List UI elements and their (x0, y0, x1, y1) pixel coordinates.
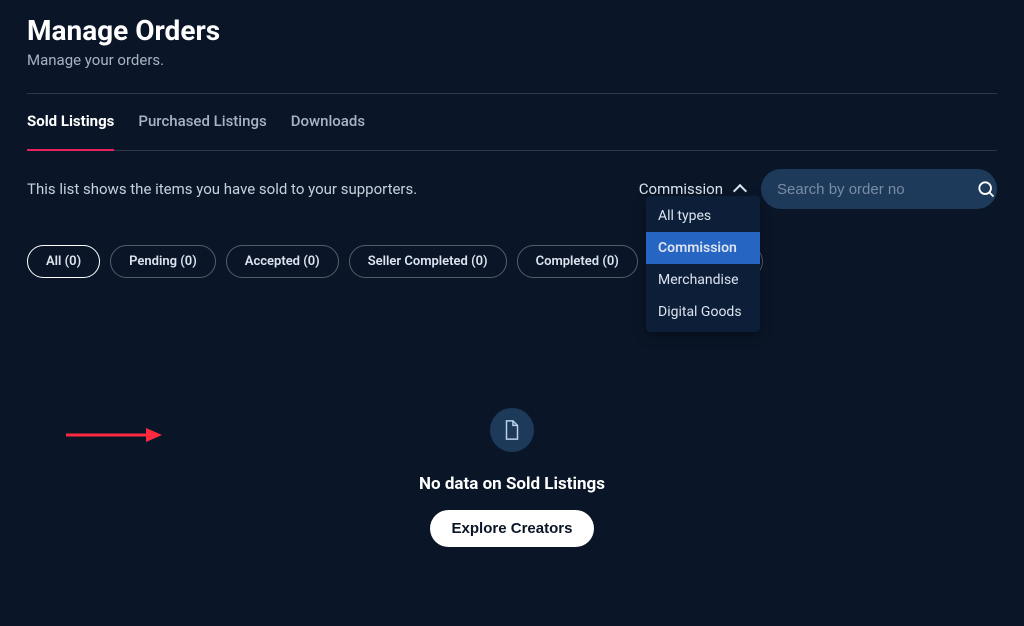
empty-state-title: No data on Sold Listings (419, 474, 605, 494)
dropdown-item-all-types[interactable]: All types (646, 200, 760, 232)
search-input[interactable] (777, 181, 976, 198)
tab-downloads[interactable]: Downloads (291, 94, 365, 150)
explore-creators-button[interactable]: Explore Creators (430, 510, 595, 547)
chip-accepted[interactable]: Accepted (0) (226, 245, 339, 278)
page-title: Manage Orders (27, 14, 997, 47)
dropdown-item-digital-goods[interactable]: Digital Goods (646, 296, 760, 328)
dropdown-item-merchandise[interactable]: Merchandise (646, 264, 760, 296)
chip-seller-completed[interactable]: Seller Completed (0) (349, 245, 507, 278)
list-description: This list shows the items you have sold … (27, 180, 417, 198)
tab-sold-listings[interactable]: Sold Listings (27, 94, 114, 150)
page-subtitle: Manage your orders. (27, 51, 997, 69)
type-filter-menu: All types Commission Merchandise Digital… (646, 196, 760, 332)
search-icon[interactable] (976, 179, 996, 199)
chip-completed[interactable]: Completed (0) (517, 245, 638, 278)
search-field[interactable] (761, 169, 997, 209)
status-filter-chips: All (0) Pending (0) Accepted (0) Seller … (27, 245, 997, 278)
chip-all[interactable]: All (0) (27, 245, 100, 278)
tabs-nav: Sold Listings Purchased Listings Downloa… (27, 94, 997, 151)
dropdown-item-commission[interactable]: Commission (646, 232, 760, 264)
chip-pending[interactable]: Pending (0) (110, 245, 216, 278)
empty-icon (490, 408, 534, 452)
empty-state: No data on Sold Listings Explore Creator… (27, 408, 997, 547)
tab-purchased-listings[interactable]: Purchased Listings (138, 94, 266, 150)
